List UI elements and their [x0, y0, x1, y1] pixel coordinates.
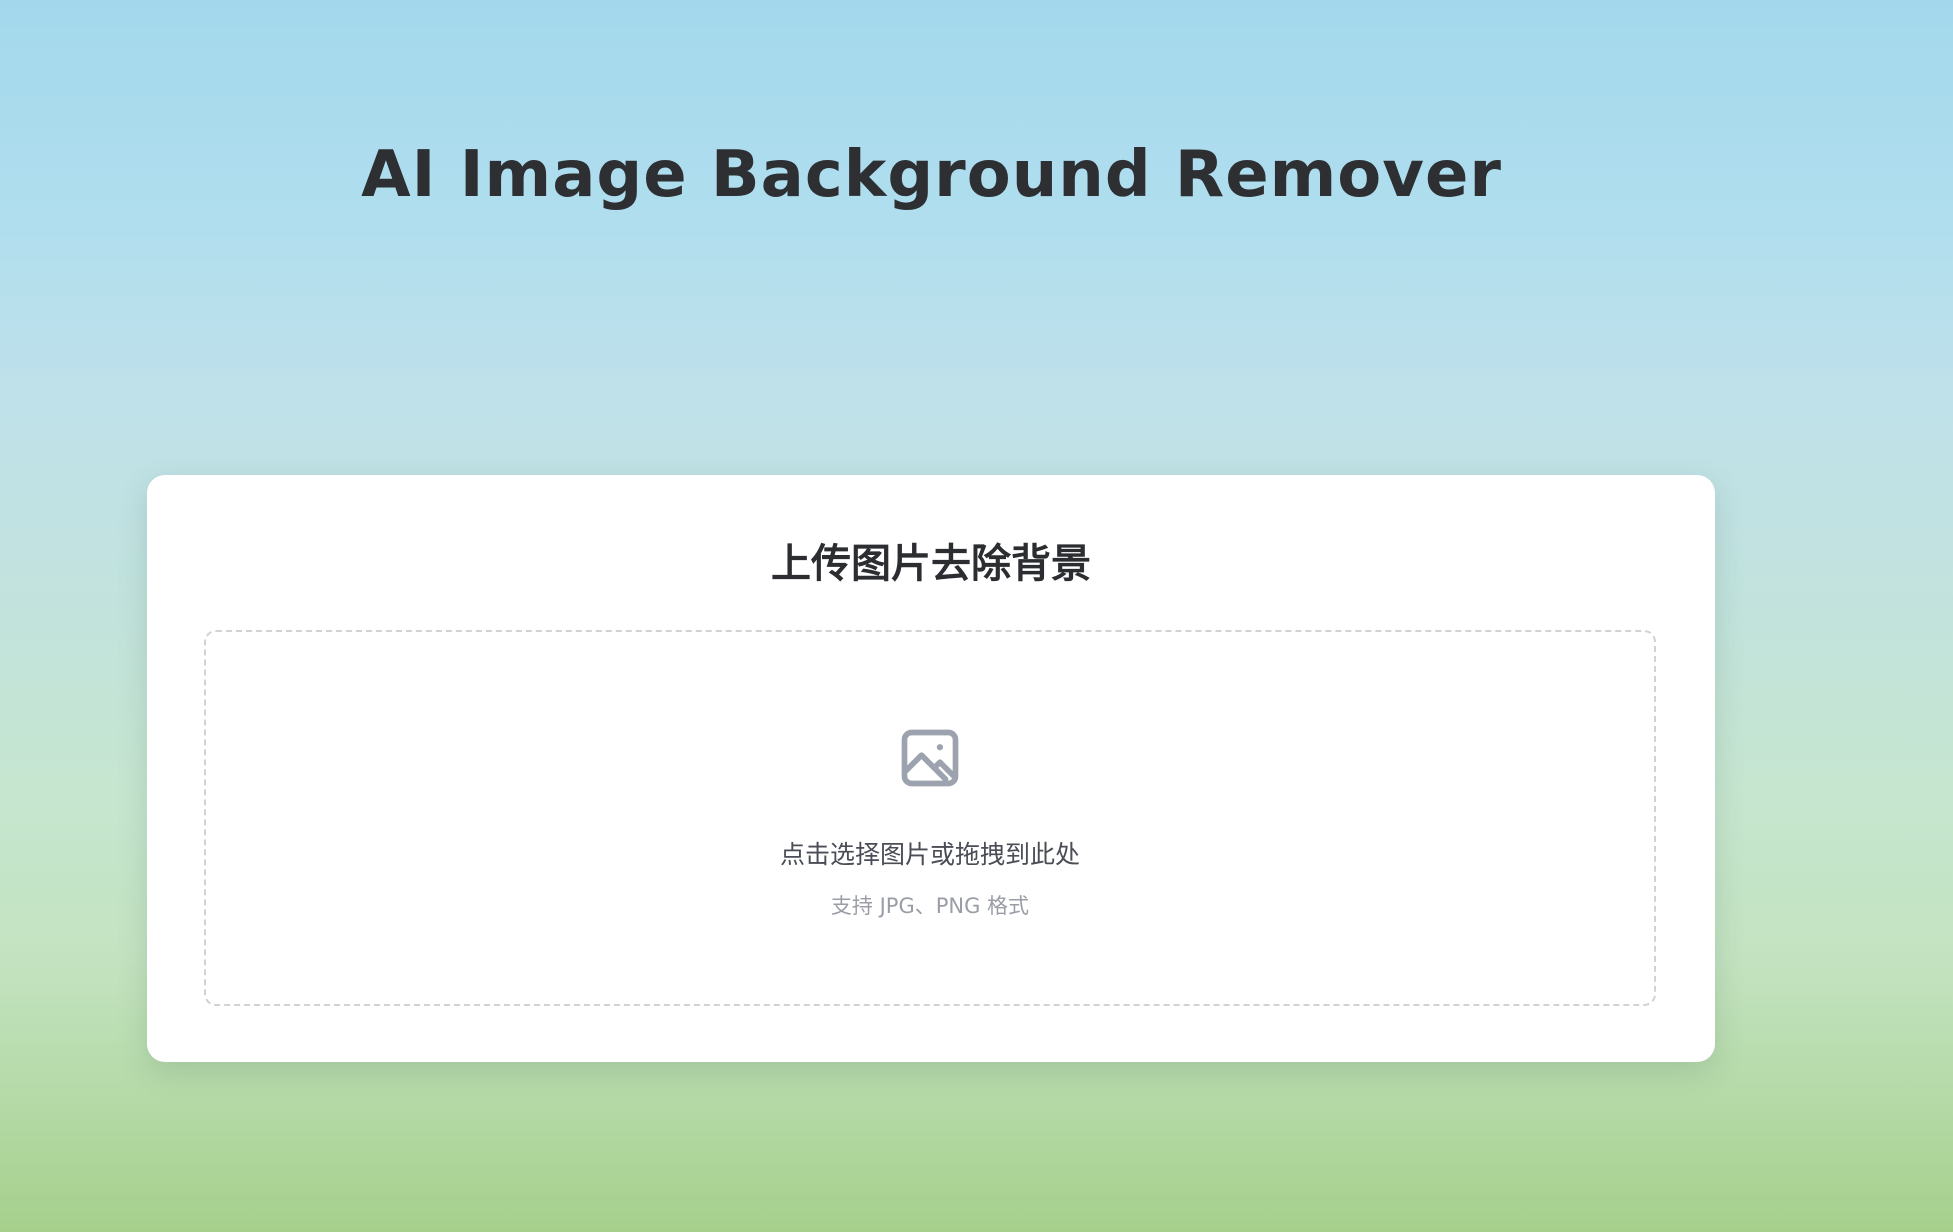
- upload-card-title: 上传图片去除背景: [771, 541, 1091, 587]
- image-drop-zone[interactable]: 点击选择图片或拖拽到此处 支持 JPG、PNG 格式: [204, 630, 1656, 1006]
- drop-zone-format-hint: 支持 JPG、PNG 格式: [830, 894, 1030, 918]
- drop-zone-prompt: 点击选择图片或拖拽到此处: [779, 840, 1080, 869]
- upload-card: 上传图片去除背景 点击选择图片或拖拽到此处 支持 JPG、PNG 格式: [147, 475, 1715, 1062]
- image-icon: [901, 729, 959, 787]
- page-title: AI Image Background Remover: [361, 138, 1502, 212]
